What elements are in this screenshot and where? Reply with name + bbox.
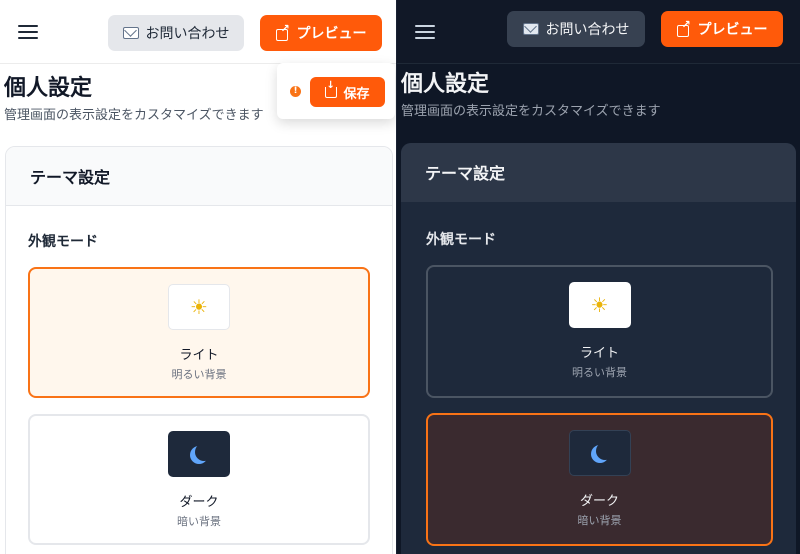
appearance-mode-label: 外観モード (426, 232, 496, 248)
dark-mode-swatch (568, 430, 631, 476)
appearance-mode-label: 外観モード (28, 234, 98, 250)
light-mode-label: ライト (579, 346, 619, 361)
external-link-icon (676, 18, 691, 37)
preview-button[interactable]: プレビュー (260, 15, 382, 51)
light-mode-swatch: ☀ (568, 282, 631, 328)
moon-icon (596, 442, 614, 460)
save-button-label: 保存 (343, 86, 370, 102)
light-theme-preview-panel: お問い合わせ プレビュー 個人設定 管理画面の表示設定をカスタマイズできます !… (0, 0, 396, 554)
dark-mode-option[interactable]: ダーク 暗い背景 (426, 413, 773, 546)
save-popover: ! 保存 (277, 63, 395, 119)
page-title: 個人設定 (4, 76, 93, 101)
contact-button[interactable]: お問い合わせ (507, 11, 645, 47)
mail-icon (122, 27, 139, 39)
light-mode-description: 明るい背景 (572, 366, 627, 379)
warning-icon: ! (290, 86, 301, 97)
dark-mode-label: ダーク (179, 495, 219, 510)
contact-button[interactable]: お問い合わせ (108, 15, 244, 51)
dark-mode-description: 暗い背景 (177, 515, 221, 528)
save-button[interactable]: 保存 (310, 77, 385, 107)
hamburger-menu-icon[interactable] (415, 22, 435, 40)
dark-mode-label: ダーク (579, 494, 619, 509)
preview-button[interactable]: プレビュー (661, 11, 783, 47)
light-mode-description: 明るい背景 (171, 368, 227, 381)
hamburger-menu-icon[interactable] (18, 22, 38, 40)
preview-button-label: プレビュー (296, 26, 367, 42)
sun-icon: ☀ (590, 293, 609, 317)
contact-button-label: お問い合わせ (145, 26, 230, 42)
page-title: 個人設定 (401, 72, 490, 97)
page-description: 管理画面の表示設定をカスタマイズできます (401, 104, 661, 119)
light-mode-option[interactable]: ☀ ライト 明るい背景 (28, 267, 370, 398)
dark-mode-description: 暗い背景 (577, 514, 622, 527)
moon-icon (195, 443, 213, 461)
theme-settings-title: テーマ設定 (401, 143, 796, 202)
dark-mode-swatch (168, 431, 230, 477)
contact-button-label: お問い合わせ (545, 22, 630, 38)
light-mode-option[interactable]: ☀ ライト 明るい背景 (426, 265, 773, 398)
page-description: 管理画面の表示設定をカスタマイズできます (4, 108, 264, 123)
light-mode-swatch: ☀ (168, 284, 230, 330)
sun-icon: ☀ (190, 295, 208, 319)
dark-mode-option[interactable]: ダーク 暗い背景 (28, 414, 370, 545)
header-bar: お問い合わせ プレビュー (0, 0, 396, 64)
light-mode-label: ライト (179, 348, 219, 363)
dark-theme-preview-panel: お問い合わせ プレビュー 個人設定 管理画面の表示設定をカスタマイズできます テ… (397, 0, 800, 554)
external-link-icon (275, 22, 290, 41)
preview-button-label: プレビュー (697, 22, 768, 38)
theme-settings-title: テーマ設定 (6, 147, 392, 206)
header-bar: お問い合わせ プレビュー (397, 0, 800, 64)
download-icon (325, 80, 338, 98)
mail-icon (522, 23, 539, 35)
